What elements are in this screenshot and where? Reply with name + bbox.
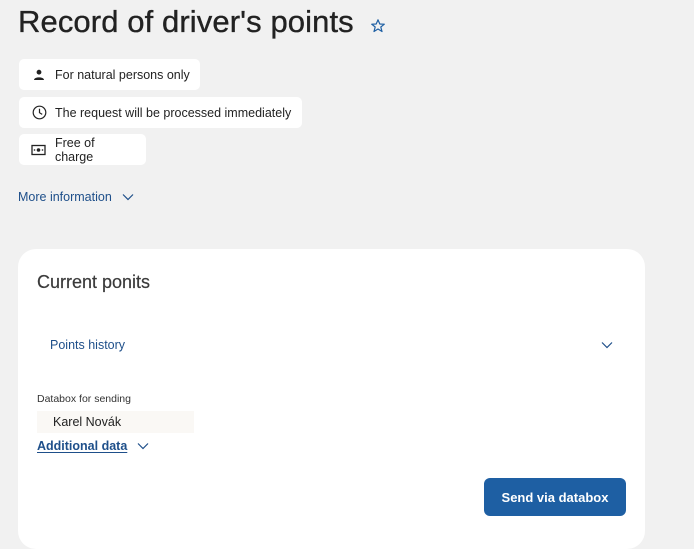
tag-fee: Free of charge (19, 134, 146, 165)
money-icon (31, 142, 47, 158)
page-header: Record of driver's points (18, 2, 386, 42)
tag-label: The request will be processed immediatel… (55, 105, 292, 120)
tag-label: For natural persons only (55, 67, 190, 82)
points-card: Current ponits Points history Databox fo… (18, 249, 645, 549)
star-icon[interactable] (370, 18, 386, 34)
points-history-label: Points history (50, 338, 126, 352)
chevron-down-icon (601, 342, 613, 349)
points-history-accordion[interactable]: Points history (37, 327, 625, 363)
databox-field[interactable]: Karel Novák (37, 411, 194, 433)
send-via-databox-button[interactable]: Send via databox (484, 478, 626, 516)
person-icon (31, 67, 47, 83)
tag-processing-time: The request will be processed immediatel… (19, 97, 302, 128)
tag-label: Free of charge (54, 135, 95, 164)
databox-field-label: Databox for sending (37, 393, 131, 405)
more-information-label: More information (18, 190, 112, 204)
chevron-down-icon (122, 194, 134, 201)
page-title: Record of driver's points (18, 4, 354, 39)
tag-natural-persons: For natural persons only (19, 59, 200, 90)
more-information-toggle[interactable]: More information (18, 190, 134, 204)
clock-icon (31, 105, 47, 121)
additional-data-label: Additional data (37, 439, 128, 453)
card-title: Current ponits (37, 272, 151, 292)
chevron-down-icon (137, 443, 149, 450)
additional-data-toggle[interactable]: Additional data (37, 439, 149, 453)
